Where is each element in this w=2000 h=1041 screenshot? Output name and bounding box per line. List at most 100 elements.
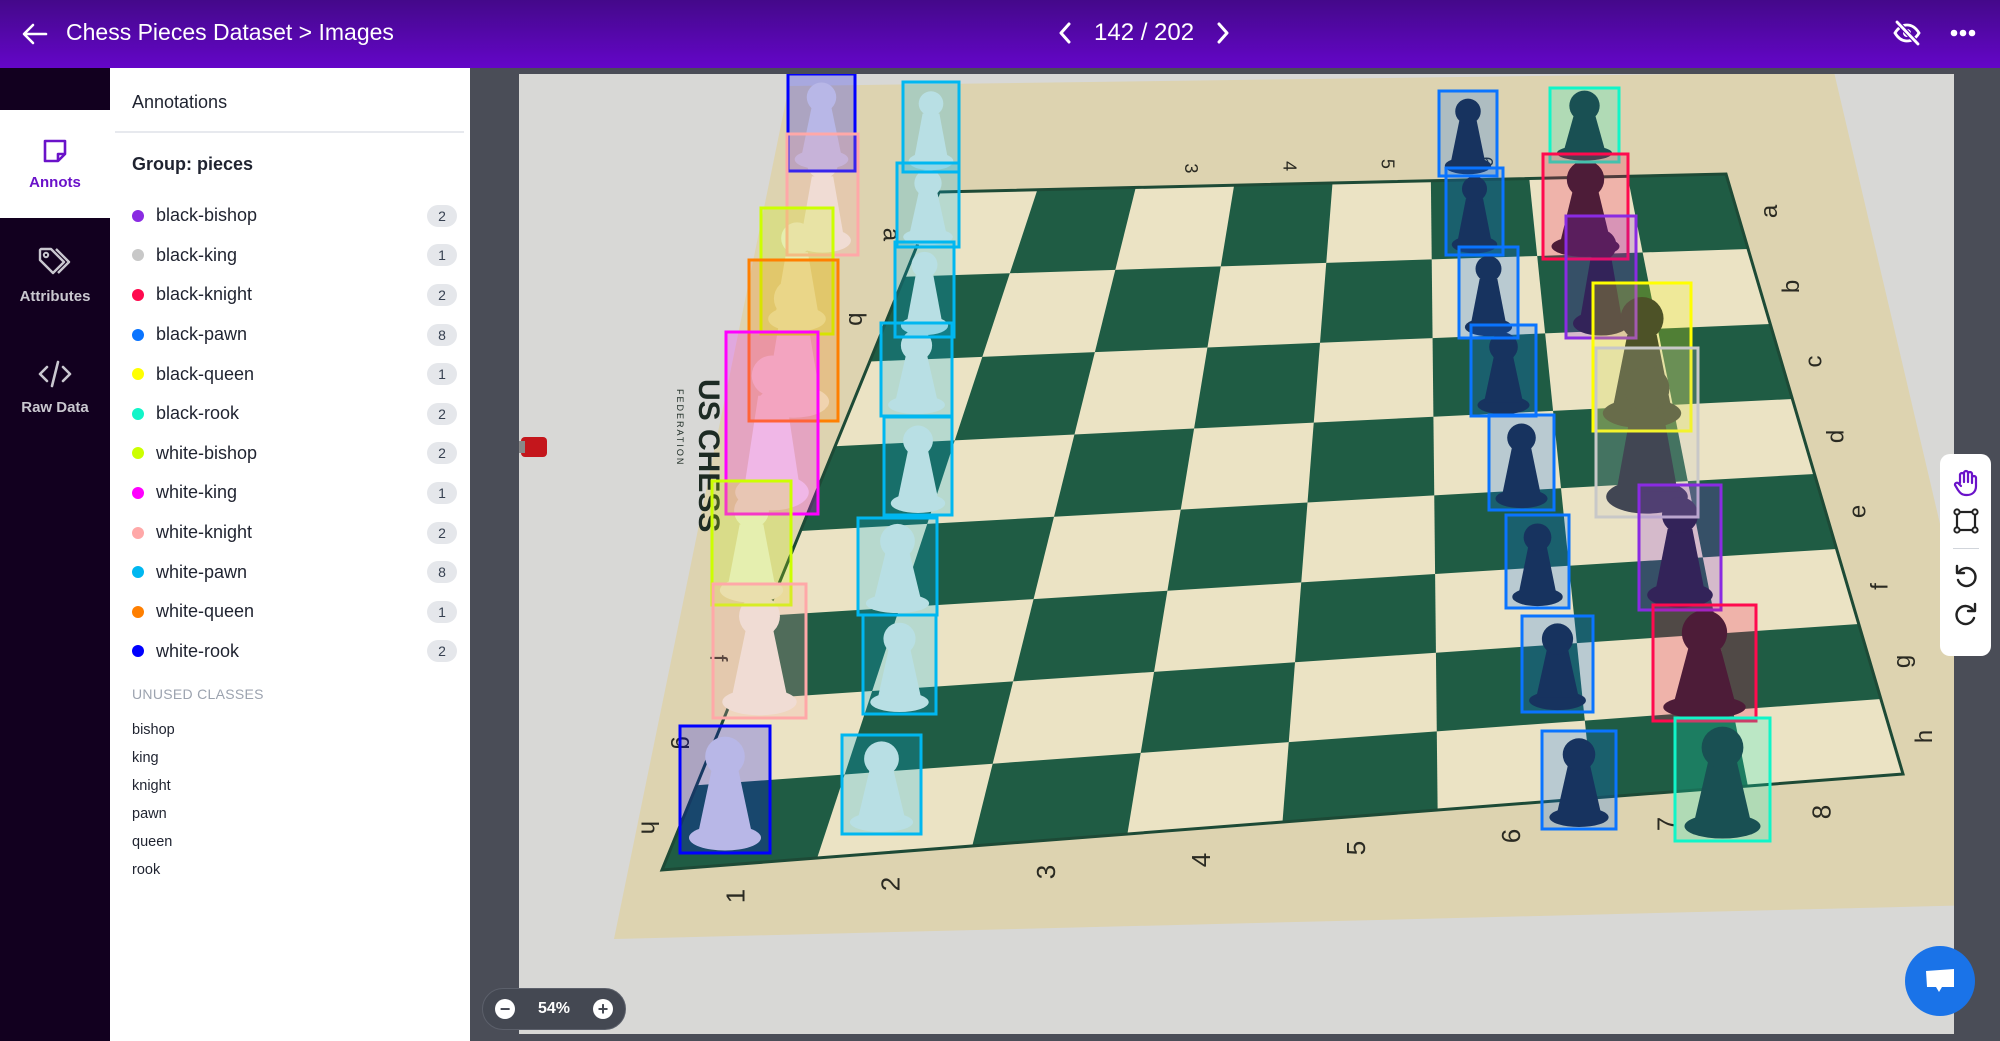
unused-class-item[interactable]: pawn bbox=[132, 800, 175, 828]
class-item-black-rook[interactable]: black-rook 2 bbox=[132, 394, 457, 434]
zoom-out-button[interactable]: − bbox=[495, 999, 515, 1019]
class-color-dot bbox=[132, 645, 144, 658]
board-coordinate-label: b bbox=[1778, 280, 1805, 293]
sidebar-item-annots[interactable]: Annots bbox=[0, 110, 110, 218]
bbox-black-rook[interactable] bbox=[1673, 716, 1772, 843]
unused-class-item[interactable]: rook bbox=[132, 856, 175, 884]
unused-class-item[interactable]: knight bbox=[132, 772, 175, 800]
dark-square bbox=[1013, 590, 1168, 682]
class-item-white-king[interactable]: white-king 1 bbox=[132, 473, 457, 513]
redo-button[interactable] bbox=[1948, 595, 1984, 633]
app-header: Chess Pieces Dataset > Images 142 / 202 bbox=[0, 0, 2000, 68]
class-item-white-rook[interactable]: white-rook 2 bbox=[132, 632, 457, 672]
sidebar-item-label: Attributes bbox=[19, 287, 91, 305]
class-color-dot bbox=[132, 526, 144, 539]
class-color-dot bbox=[132, 447, 144, 460]
prev-image-button[interactable] bbox=[1050, 16, 1080, 50]
page-counter: 142 / 202 bbox=[1094, 19, 1195, 46]
bbox-black-pawn[interactable] bbox=[1487, 413, 1556, 512]
divider bbox=[115, 131, 464, 133]
sidebar-item-raw-data[interactable]: Raw Data bbox=[0, 332, 110, 442]
class-item-white-knight[interactable]: white-knight 2 bbox=[132, 513, 457, 553]
sidebar-item-attributes[interactable]: Attributes bbox=[0, 220, 110, 330]
dataset-breadcrumb[interactable]: Chess Pieces Dataset > Images bbox=[66, 19, 394, 46]
class-count-badge: 1 bbox=[427, 481, 457, 504]
class-item-black-knight[interactable]: black-knight 2 bbox=[132, 275, 457, 315]
toggle-annotations-visibility-button[interactable] bbox=[1890, 16, 1924, 50]
bbox-white-pawn[interactable] bbox=[901, 80, 961, 174]
bbox-white-pawn[interactable] bbox=[840, 733, 923, 836]
class-count-badge: 2 bbox=[427, 640, 457, 663]
next-image-button[interactable] bbox=[1208, 16, 1238, 50]
class-count-badge: 2 bbox=[427, 283, 457, 306]
bbox-black-pawn[interactable] bbox=[1469, 323, 1538, 418]
more-options-button[interactable] bbox=[1946, 16, 1980, 50]
bbox-white-knight[interactable] bbox=[711, 582, 808, 720]
unused-class-item[interactable]: king bbox=[132, 744, 175, 772]
board-coordinate-label: h bbox=[635, 821, 662, 834]
class-name: black-bishop bbox=[156, 205, 258, 226]
class-item-black-queen[interactable]: black-queen 1 bbox=[132, 354, 457, 394]
bounding-box-icon bbox=[1952, 508, 1979, 534]
bbox-black-bishop[interactable] bbox=[1637, 483, 1723, 612]
more-horizontal-icon bbox=[1950, 29, 1976, 37]
class-item-white-bishop[interactable]: white-bishop 2 bbox=[132, 434, 457, 474]
class-item-black-bishop[interactable]: black-bishop 2 bbox=[132, 196, 457, 236]
bbox-white-pawn[interactable] bbox=[879, 321, 954, 418]
class-name: black-king bbox=[156, 244, 238, 265]
back-button[interactable] bbox=[18, 17, 52, 51]
unused-classes-list: bishop king knight pawn queen rook bbox=[132, 716, 175, 884]
chessboard-image[interactable]: US CHESS FEDERATION 123344556678aabbccdd… bbox=[519, 74, 1954, 1034]
undo-button[interactable] bbox=[1948, 557, 1984, 595]
class-item-black-pawn[interactable]: black-pawn 8 bbox=[132, 315, 457, 355]
zoom-in-button[interactable]: + bbox=[593, 999, 613, 1019]
board-coordinate-label: 4 bbox=[1186, 853, 1216, 867]
class-list: black-bishop 2 black-king 1 black-knight 2 bla… bbox=[132, 196, 457, 671]
sidebar-item-label: Annots bbox=[29, 173, 81, 191]
chevron-right-icon bbox=[1217, 22, 1229, 44]
class-color-dot bbox=[132, 328, 144, 341]
code-icon bbox=[38, 360, 72, 387]
pan-tool-button[interactable] bbox=[1948, 464, 1984, 502]
board-coordinate-label: 2 bbox=[876, 877, 906, 891]
class-color-dot bbox=[132, 605, 144, 618]
bbox-black-pawn[interactable] bbox=[1504, 513, 1571, 610]
bbox-white-rook[interactable] bbox=[678, 724, 772, 855]
dark-square bbox=[1054, 428, 1195, 517]
dark-square bbox=[1167, 502, 1308, 591]
bbox-black-pawn[interactable] bbox=[1520, 614, 1595, 714]
class-name: white-pawn bbox=[156, 561, 248, 582]
class-color-dot bbox=[132, 368, 144, 381]
dark-square bbox=[1140, 662, 1295, 753]
board-coordinate-label: e bbox=[1845, 505, 1872, 518]
unused-class-item[interactable]: queen bbox=[132, 828, 175, 856]
bbox-white-pawn[interactable] bbox=[882, 415, 954, 517]
bbox-black-rook[interactable] bbox=[1548, 86, 1621, 164]
board-coordinate-label: 6 bbox=[1496, 829, 1526, 843]
chat-support-button[interactable] bbox=[1905, 946, 1975, 1016]
bbox-black-pawn[interactable] bbox=[1540, 729, 1618, 831]
class-name: black-queen bbox=[156, 363, 255, 384]
class-color-dot bbox=[132, 486, 144, 499]
image-overlay: US CHESS FEDERATION 123344556678aabbccdd… bbox=[519, 74, 1954, 1034]
class-color-dot bbox=[132, 566, 144, 579]
class-color-dot bbox=[132, 209, 144, 222]
annotations-panel: Annotations Group: pieces black-bishop 2 b… bbox=[110, 68, 470, 1041]
class-item-black-king[interactable]: black-king 1 bbox=[132, 236, 457, 276]
bbox-white-pawn[interactable] bbox=[856, 516, 939, 617]
bbox-black-pawn[interactable] bbox=[1444, 166, 1505, 257]
board-coordinate-label: g bbox=[1889, 655, 1916, 668]
unused-class-item[interactable]: bishop bbox=[132, 716, 175, 744]
bbox-white-pawn[interactable] bbox=[861, 613, 938, 716]
chevron-left-icon bbox=[1059, 22, 1071, 44]
class-name: black-pawn bbox=[156, 324, 248, 345]
bbox-white-pawn[interactable] bbox=[895, 161, 961, 249]
bounding-box-tool-button[interactable] bbox=[1948, 502, 1984, 540]
redo-icon bbox=[1954, 602, 1976, 626]
class-count-badge: 1 bbox=[427, 244, 457, 267]
bbox-black-pawn[interactable] bbox=[1437, 89, 1499, 178]
bbox-black-knight[interactable] bbox=[1651, 603, 1758, 723]
class-color-dot bbox=[132, 407, 144, 420]
class-item-white-queen[interactable]: white-queen 1 bbox=[132, 592, 457, 632]
class-item-white-pawn[interactable]: white-pawn 8 bbox=[132, 552, 457, 592]
